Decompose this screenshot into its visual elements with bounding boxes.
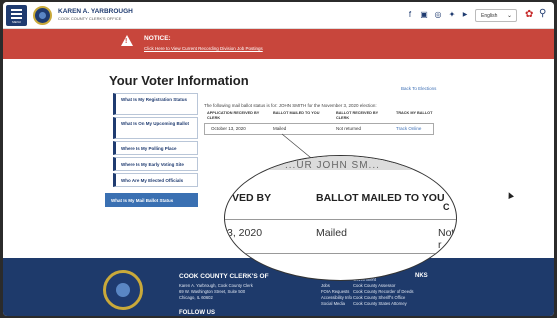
- cell-ballot-received: Not returned: [336, 126, 362, 131]
- brand-subtitle: COOK COUNTY CLERK'S OFFICE: [58, 16, 122, 21]
- notice-link[interactable]: Click Here to View Current Recording Div…: [144, 46, 263, 51]
- footer-links-heading: NKS: [415, 273, 428, 279]
- footer-seal-icon: [103, 270, 143, 310]
- sidebar-item-elected-officials[interactable]: Who Are My Elected Officials: [113, 173, 198, 187]
- magnifier-lens: ...UR JOHN SM... VED BY BALLOT MAILED TO…: [224, 155, 457, 281]
- youtube-icon[interactable]: ▶: [460, 10, 470, 20]
- column-header-ballot-received: BALLOT RECEIVED BY CLERK: [336, 111, 379, 120]
- magnified-date: 3, 2020: [227, 227, 263, 239]
- site-header: MENU KAREN A. YARBROUGH COOK COUNTY CLER…: [3, 2, 554, 29]
- magnified-not-returned: Not r: [438, 227, 455, 251]
- magnified-mailed: Mailed: [316, 227, 347, 239]
- hamburger-icon: [11, 9, 22, 11]
- menu-button[interactable]: MENU: [6, 5, 27, 26]
- cell-ballot-mailed: Mailed: [273, 126, 287, 131]
- magnified-header-received: VED BY: [232, 192, 272, 204]
- footer-address: Karen A. Yarbrough, Cook County Clerk 69…: [179, 283, 253, 300]
- browser-viewport: MENU KAREN A. YARBROUGH COOK COUNTY CLER…: [3, 2, 554, 316]
- footer-links-col2: Jobs FOIA Requests Accessibility Info So…: [321, 283, 352, 307]
- language-select[interactable]: English ⌄: [475, 9, 517, 22]
- menu-label: MENU: [12, 20, 21, 24]
- magnified-intro-fragment: ...UR JOHN SM...: [285, 160, 380, 171]
- column-header-track: TRACK MY BALLOT: [396, 111, 433, 115]
- magnified-header-received-2: C: [443, 202, 450, 212]
- notice-banner: ! NOTICE: Click Here to View Current Rec…: [3, 29, 554, 59]
- search-icon[interactable]: ⚲: [539, 8, 546, 20]
- facebook-icon[interactable]: f: [405, 10, 415, 20]
- mouse-cursor-icon: [506, 191, 514, 199]
- flickr-icon[interactable]: ▣: [419, 10, 429, 20]
- instagram-icon[interactable]: ◎: [433, 10, 443, 20]
- twitter-icon[interactable]: ✦: [447, 10, 457, 20]
- gear-icon[interactable]: ✿: [525, 9, 533, 21]
- cell-application-date: October 13, 2020: [211, 126, 246, 131]
- ballot-status-intro: The following mail ballot status is for:…: [204, 103, 377, 108]
- footer-follow-us: FOLLOW US: [179, 310, 215, 316]
- sidebar-item-early-voting[interactable]: Where Is My Early Voting Site: [113, 157, 198, 171]
- column-header-application: APPLICATION RECEIVED BY CLERK: [207, 111, 260, 120]
- chevron-down-icon: ⌄: [506, 13, 512, 19]
- sidebar-item-upcoming-ballot[interactable]: What Is On My Upcoming Ballot: [113, 117, 198, 139]
- language-value: English: [481, 13, 498, 19]
- footer-heading: COOK COUNTY CLERK'S OF: [179, 273, 269, 280]
- county-seal-icon[interactable]: [33, 6, 52, 25]
- page-title: Your Voter Information: [109, 73, 249, 88]
- notice-title: NOTICE:: [144, 35, 171, 42]
- sidebar-item-mail-ballot-status[interactable]: What Is My Mail Ballot Status: [105, 193, 198, 207]
- back-to-elections-link[interactable]: Back To Elections: [401, 86, 436, 91]
- footer-links-col3: Government Cook County Assessor Cook Cou…: [353, 277, 414, 306]
- brand-name[interactable]: KAREN A. YARBROUGH: [58, 8, 133, 15]
- column-header-ballot-mailed: BALLOT MAILED TO YOU: [273, 111, 320, 115]
- sidebar-item-polling-place[interactable]: Where Is My Polling Place: [113, 141, 198, 155]
- track-online-link[interactable]: Track Online: [396, 126, 421, 131]
- sidebar-item-registration-status[interactable]: What Is My Registration Status: [113, 93, 198, 115]
- footer-link-social[interactable]: Social Media: [321, 301, 352, 307]
- voter-info-sidebar: What Is My Registration Status What Is O…: [105, 93, 198, 207]
- magnified-header-ballot-mailed: BALLOT MAILED TO YOU: [316, 192, 445, 204]
